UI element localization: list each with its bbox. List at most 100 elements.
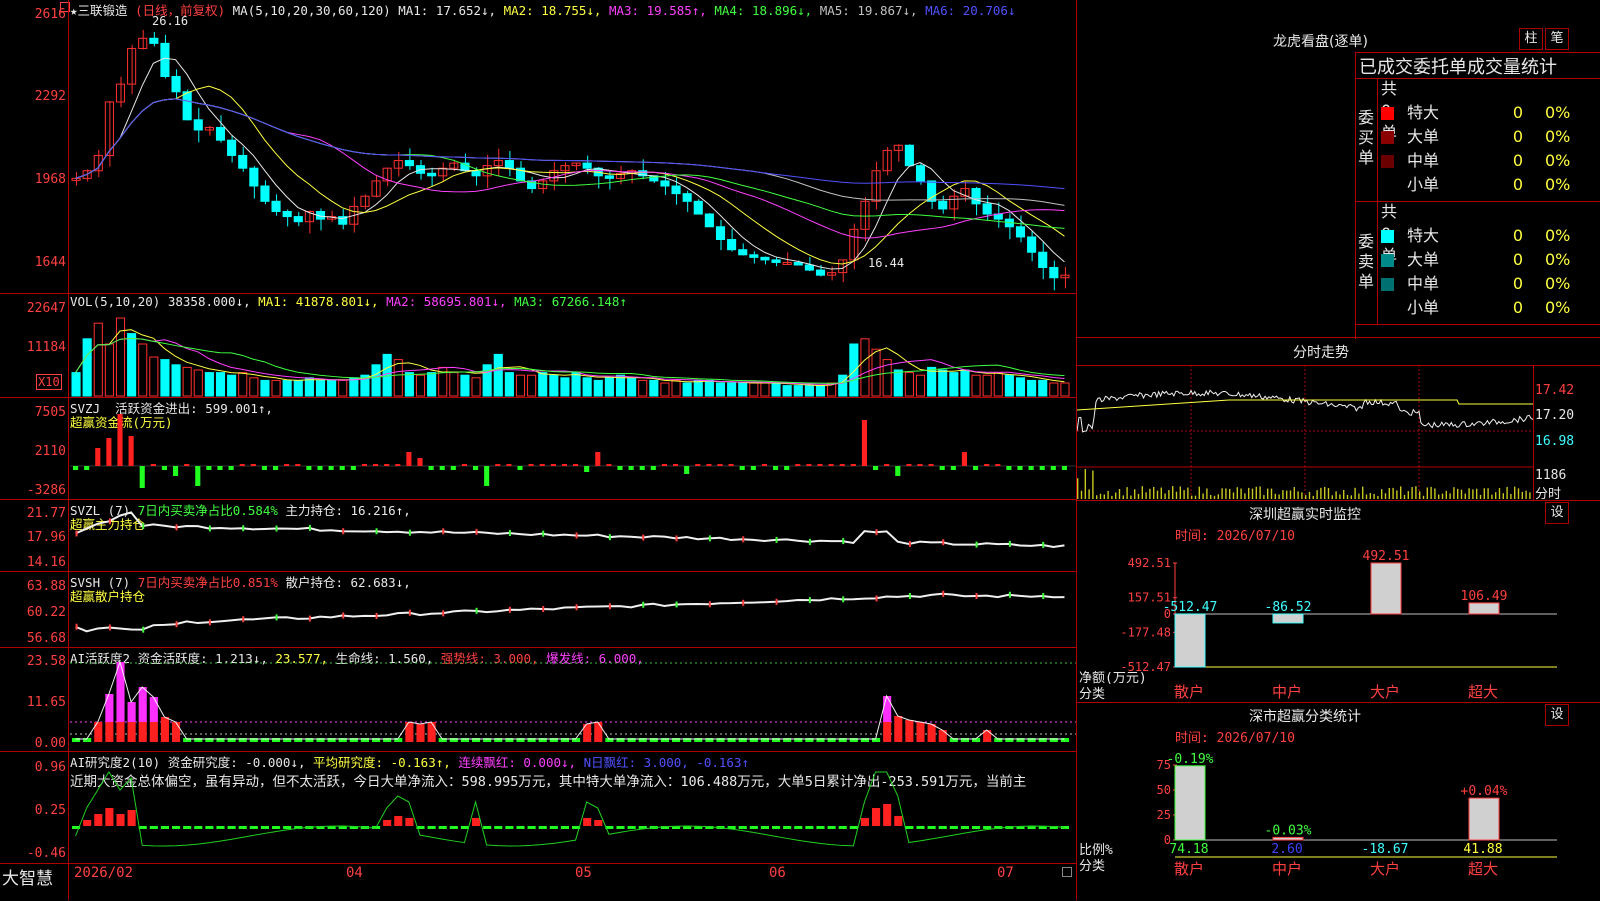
intraday-vol-bar	[1130, 495, 1132, 499]
intraday-vol-bar	[1327, 487, 1330, 499]
ai-research-pane[interactable]: AI研究度2(10) 资金研究度: -0.000↓, 平均研究度: -0.163…	[0, 751, 1076, 864]
bar-mode-button[interactable]: 柱	[1519, 28, 1543, 50]
candle	[760, 256, 770, 261]
hold-tick	[442, 528, 445, 535]
volume-bar	[149, 356, 159, 397]
flow-bar	[539, 464, 545, 466]
volume-bar	[960, 369, 970, 397]
price-ylabel: 1644	[34, 255, 66, 270]
volume-bar	[549, 374, 559, 397]
volume-chart[interactable]	[70, 310, 1076, 398]
volume-bar	[904, 372, 914, 397]
intraday-vol-bar	[1179, 486, 1181, 499]
price-chart[interactable]	[70, 14, 1076, 293]
monitor-category: 中户	[1272, 683, 1302, 701]
classify-bar	[1174, 765, 1206, 841]
intraday-vol-bar	[1464, 493, 1466, 499]
flow-bar	[795, 464, 801, 466]
research-bar	[805, 826, 814, 829]
candle	[182, 91, 192, 121]
monitor-settings-button[interactable]: 设	[1545, 502, 1569, 524]
svzj-pane[interactable]: SVZJ 活跃资金进出: 599.001↑, 超赢资金流(万元) 7505 21…	[0, 397, 1076, 500]
date-tick: 05	[575, 865, 592, 881]
intraday-vol-bar	[1213, 495, 1216, 499]
candle	[427, 172, 437, 177]
research-bar	[983, 826, 992, 829]
monitor-chart[interactable]: 492.51157.510-177.48-512.47-512.47散户-86.…	[1077, 541, 1600, 703]
flow-bar	[861, 420, 867, 466]
flow-bar	[528, 464, 534, 466]
volume-bar	[982, 374, 992, 397]
divider	[1355, 324, 1600, 325]
research-bar	[749, 826, 758, 829]
hold-tick	[775, 598, 778, 605]
price-pane[interactable]: ★三联锻造 (日线，前复权) MA(5,10,20,30,60,120) MA1…	[0, 0, 1076, 293]
intraday-vol-bar	[1175, 491, 1178, 499]
intraday-vol-bar	[1103, 494, 1105, 499]
research-bar	[827, 826, 836, 829]
flow-bar	[217, 466, 223, 470]
intraday-vol-bar	[1407, 491, 1409, 499]
intraday-pane[interactable]: 分时走势 17.42 17.20 16.98 1186 分时	[1077, 337, 1600, 502]
svzj-chart[interactable]	[70, 398, 1076, 500]
flow-bar	[817, 464, 823, 466]
vol-title: VOL(5,10,20)	[70, 294, 161, 309]
research-bar	[260, 826, 269, 829]
volume-bar	[238, 372, 248, 397]
flow-bar	[1061, 466, 1067, 470]
monitor-pane[interactable]: 深圳超赢实时监控 设 时间: 2026/07/10 492.51 157.51 0-…	[1077, 500, 1600, 703]
flow-bar	[573, 464, 579, 466]
research-bar	[560, 826, 569, 829]
flow-bar	[1039, 466, 1045, 470]
research-bar	[427, 826, 436, 829]
volume-pane[interactable]: VOL(5,10,20) 38358.000↓, MA1: 41878.801↓…	[0, 293, 1076, 398]
intraday-vol-bar	[1160, 487, 1162, 499]
lock-icon[interactable]	[1062, 867, 1072, 877]
color-swatch	[1381, 278, 1394, 291]
sell-row-value: 0	[1512, 226, 1523, 245]
hold-tick	[1008, 540, 1011, 547]
intraday-vol-bar	[1479, 494, 1482, 499]
svsh-pane[interactable]: SVSH (7) 7日内买卖净占比0.851% 散户持仓: 62.683↓, 超…	[0, 571, 1076, 648]
sell-total: 共 0单	[1381, 202, 1398, 265]
ai2-ylabel: -0.46	[26, 846, 66, 861]
buy-total: 共 0单	[1381, 79, 1398, 142]
volume-bar	[304, 377, 314, 397]
volume-bar	[260, 379, 270, 397]
svzl-pane[interactable]: SVZL (7) 7日内买卖净占比0.584% 主力持仓: 16.216↑, 超…	[0, 499, 1076, 572]
hold-tick	[108, 624, 111, 631]
classify-value: 2.60	[1271, 842, 1302, 857]
hold-tick	[142, 523, 145, 530]
hold-tick	[608, 534, 611, 541]
hold-tick	[175, 621, 178, 628]
ai1-chart[interactable]	[70, 648, 1076, 752]
hold-tick	[808, 538, 811, 545]
ai2-chart[interactable]	[70, 752, 1076, 864]
hold-tick	[1008, 591, 1011, 598]
x-axis: 大智慧 2026/02 04 05 06 07	[0, 863, 1076, 901]
tick-mode-button[interactable]: 笔	[1545, 28, 1569, 50]
hold-tick	[275, 614, 278, 621]
intraday-vol-bar	[1145, 492, 1147, 499]
volume-bar	[649, 379, 659, 397]
flow-bar	[250, 464, 256, 466]
ai-activity-pane[interactable]: AI活跃度2 资金活跃度: 1.213↓, 23.577, 生命线: 1.560…	[0, 647, 1076, 752]
classify-pane[interactable]: 深市超赢分类统计 设 时间: 2026/07/10 75 50 25 0 -0.19% 7…	[1077, 702, 1600, 901]
candle	[582, 162, 592, 169]
svsh-chart[interactable]	[70, 572, 1076, 648]
classify-chart[interactable]: 7550250-0.19%74.18散户-0.03%2.60中户-18.67大户…	[1077, 743, 1600, 901]
hold-tick	[75, 623, 78, 630]
svsh-ylabel: 56.68	[26, 631, 66, 646]
research-bar	[949, 826, 958, 829]
flow-bar	[273, 466, 279, 470]
classify-settings-button[interactable]: 设	[1545, 704, 1569, 726]
buy-row-pct: 0%	[1545, 151, 1571, 170]
chart-area[interactable]: ★三联锻造 (日线，前复权) MA(5,10,20,30,60,120) MA1…	[0, 0, 1076, 900]
intraday-vol-bar	[1373, 493, 1375, 499]
intraday-vol-bar	[1400, 486, 1402, 499]
intraday-vol-bar	[1335, 491, 1337, 499]
intraday-chart[interactable]	[1077, 365, 1533, 501]
flow-bar	[161, 466, 167, 470]
price-ylabel: 2292	[34, 89, 66, 104]
svzl-chart[interactable]	[70, 500, 1076, 572]
